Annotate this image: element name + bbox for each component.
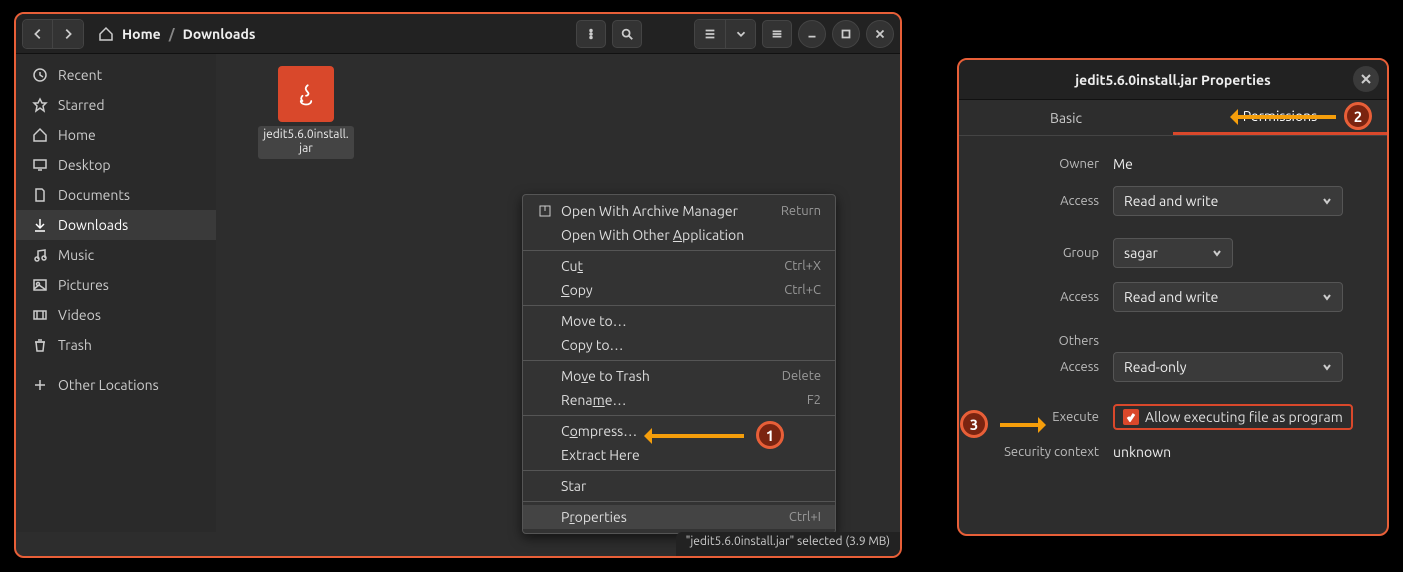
nav-back-forward — [22, 19, 84, 49]
ctx-separator — [523, 305, 835, 306]
breadcrumb[interactable]: Home / Downloads — [90, 26, 264, 42]
headerbar: Home / Downloads — [16, 14, 900, 54]
sidebar-item-pictures[interactable]: Pictures — [16, 270, 216, 300]
group-access-select[interactable]: Read and write — [1113, 282, 1343, 312]
sidebar-item-desktop[interactable]: Desktop — [16, 150, 216, 180]
sidebar-item-starred[interactable]: Starred — [16, 90, 216, 120]
sidebar-item-downloads[interactable]: Downloads — [16, 210, 216, 240]
home-icon — [98, 26, 114, 42]
close-button[interactable] — [866, 20, 894, 48]
ctx-open-other[interactable]: Open With Other Application — [523, 223, 835, 247]
ctx-move-trash[interactable]: Move to TrashDelete — [523, 364, 835, 388]
grid-view-button[interactable] — [762, 20, 792, 48]
forward-button[interactable] — [53, 20, 83, 48]
annotation-circle-3: 3 — [960, 410, 988, 438]
ctx-compress[interactable]: Compress… — [523, 419, 835, 443]
row-owner-access: Access Read and write — [983, 186, 1363, 216]
statusbar: "jedit5.6.0install.jar" selected (3.9 MB… — [676, 532, 900, 556]
list-view-button[interactable] — [695, 20, 725, 48]
ctx-copy[interactable]: CopyCtrl+C — [523, 278, 835, 302]
chevron-down-icon — [1322, 292, 1332, 302]
hamburger-button[interactable] — [576, 20, 606, 48]
sidebar-item-recent[interactable]: Recent — [16, 60, 216, 90]
row-owner: Owner Me — [983, 156, 1363, 172]
breadcrumb-home[interactable]: Home — [122, 26, 161, 42]
file-name-label: jedit5.6.0install.jar — [258, 126, 354, 159]
context-menu: Open With Archive Manager Return Open Wi… — [522, 194, 836, 534]
annotation-circle-1: 1 — [756, 421, 784, 449]
ctx-move-to[interactable]: Move to… — [523, 309, 835, 333]
properties-close-button[interactable] — [1353, 66, 1379, 92]
properties-title: jedit5.6.0install.jar Properties — [1075, 72, 1270, 88]
annotation-circle-2: 2 — [1344, 102, 1372, 130]
row-group: Group sagar — [983, 238, 1363, 268]
group-select[interactable]: sagar — [1113, 238, 1233, 268]
breadcrumb-current[interactable]: Downloads — [183, 26, 256, 42]
annotation-arrow-2 — [1236, 115, 1336, 119]
ctx-cut[interactable]: CutCtrl+X — [523, 254, 835, 278]
ctx-separator — [523, 470, 835, 471]
properties-header: jedit5.6.0install.jar Properties — [959, 60, 1387, 100]
ctx-star[interactable]: Star — [523, 474, 835, 498]
row-security-context: Security context unknown — [983, 444, 1363, 460]
back-button[interactable] — [23, 20, 53, 48]
sidebar-item-videos[interactable]: Videos — [16, 300, 216, 330]
ctx-extract[interactable]: Extract Here — [523, 443, 835, 467]
sidebar-item-music[interactable]: Music — [16, 240, 216, 270]
others-access-select[interactable]: Read-only — [1113, 352, 1343, 382]
chevron-down-icon — [1212, 248, 1222, 258]
owner-access-select[interactable]: Read and write — [1113, 186, 1343, 216]
search-button[interactable] — [612, 20, 642, 48]
java-jar-icon — [278, 66, 334, 122]
annotation-arrow-3 — [1000, 423, 1040, 427]
view-dropdown-button[interactable] — [725, 20, 755, 48]
ctx-rename[interactable]: Rename…F2 — [523, 388, 835, 412]
row-others-access: Access Read-only — [983, 352, 1363, 382]
row-group-access: Access Read and write — [983, 282, 1363, 312]
execute-checkbox[interactable]: Allow executing file as program — [1113, 404, 1353, 430]
checkbox-checked-icon — [1123, 409, 1139, 425]
ctx-separator — [523, 360, 835, 361]
chevron-down-icon — [1322, 362, 1332, 372]
annotation-arrow-1 — [650, 434, 744, 438]
ctx-open-archive[interactable]: Open With Archive Manager Return — [523, 199, 835, 223]
chevron-down-icon — [1322, 196, 1332, 206]
archive-icon — [537, 203, 553, 219]
sidebar-item-documents[interactable]: Documents — [16, 180, 216, 210]
ctx-separator — [523, 415, 835, 416]
sidebar: Recent Starred Home Desktop Documents Do… — [16, 54, 216, 532]
view-mode-cluster — [694, 19, 756, 49]
breadcrumb-separator: / — [169, 26, 175, 42]
file-manager-window: Home / Downloads Recent Starred Home Des… — [14, 12, 902, 558]
ctx-properties[interactable]: PropertiesCtrl+I — [523, 505, 835, 529]
content-area[interactable]: jedit5.6.0install.jar Open With Archive … — [216, 54, 900, 532]
file-jedit-jar[interactable]: jedit5.6.0install.jar — [258, 66, 354, 159]
row-others: Others — [983, 334, 1363, 348]
ctx-separator — [523, 501, 835, 502]
minimize-button[interactable] — [798, 20, 826, 48]
sidebar-item-trash[interactable]: Trash — [16, 330, 216, 360]
ctx-separator — [523, 250, 835, 251]
properties-window: jedit5.6.0install.jar Properties Basic P… — [957, 58, 1389, 536]
sidebar-item-other-locations[interactable]: Other Locations — [16, 370, 216, 400]
maximize-button[interactable] — [832, 20, 860, 48]
tab-basic[interactable]: Basic — [959, 100, 1173, 135]
ctx-copy-to[interactable]: Copy to… — [523, 333, 835, 357]
sidebar-item-home[interactable]: Home — [16, 120, 216, 150]
